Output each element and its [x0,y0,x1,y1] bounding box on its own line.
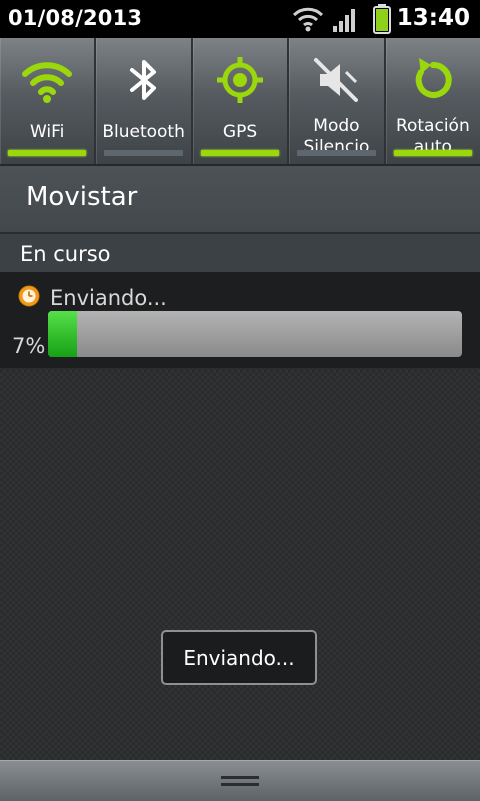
progress-percent: 7% [12,334,46,358]
panel-drag-handle[interactable] [0,760,480,801]
toggle-gps[interactable]: GPS [193,38,290,164]
toggle-indicator [200,150,280,156]
toggle-silent-mode[interactable]: Modo Silencio [289,38,386,164]
status-date: 01/08/2013 [8,6,143,30]
quick-toggles: WiFi Bluetooth GPS Modo Silencio Rotació… [0,38,480,166]
notification-panel-background [0,370,480,760]
toggle-indicator [8,150,87,156]
status-time: 13:40 [396,5,470,31]
section-header-ongoing: En curso [0,234,480,272]
status-bar: 01/08/2013 13:40 [0,0,480,38]
toggle-auto-rotation[interactable]: Rotación auto [386,38,480,164]
toast-message: Enviando... [161,630,317,685]
toggle-label: Bluetooth [102,122,185,142]
toggle-label: WiFi [29,122,65,142]
notification-sending[interactable]: Enviando... 7% [0,272,480,370]
section-title: En curso [20,242,111,266]
toggle-indicator [297,150,376,156]
battery-icon [373,4,391,34]
progress-bar [48,311,462,357]
clock-icon [18,285,40,307]
bluetooth-icon [129,60,156,100]
grip-icon [221,776,259,786]
toggle-indicator [393,150,473,156]
toggle-wifi[interactable]: WiFi [0,38,97,164]
rotation-icon [415,58,452,98]
wifi-icon [292,7,324,32]
toggle-label: GPS [222,122,258,142]
gps-icon [217,57,264,103]
progress-fill [48,311,77,357]
toggle-bluetooth[interactable]: Bluetooth [96,38,193,164]
notification-title: Enviando... [50,286,167,310]
signal-icon [333,9,355,32]
wifi-icon [22,62,73,103]
carrier-bar: Movistar [0,166,480,234]
carrier-name: Movistar [26,182,138,212]
toggle-indicator [104,150,183,156]
mute-icon [314,58,359,102]
